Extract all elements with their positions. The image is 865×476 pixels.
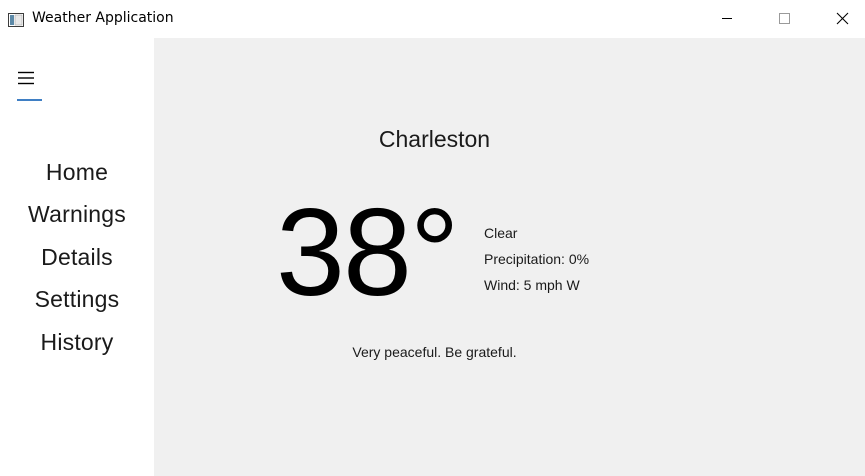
close-button[interactable] [819,0,865,38]
menu-selection-indicator [17,99,42,101]
app-window-icon [8,12,24,27]
hamburger-menu-button[interactable] [14,66,44,102]
maximize-icon [779,13,790,24]
window-title: Weather Application [32,10,174,26]
city-name: Charleston [378,126,491,152]
title-bar: Weather Application [0,0,865,38]
weather-message: Very peaceful. Be grateful. [352,344,517,360]
temperature-value: 38° [276,184,460,322]
sidebar-item-warnings[interactable]: Warnings [0,196,154,232]
condition-text: Clear [484,225,518,241]
sidebar-item-history[interactable]: History [0,324,154,360]
sidebar-item-home[interactable]: Home [0,154,154,190]
app-window: Weather Application Home Warnings Detail… [0,0,865,476]
precipitation-text: Precipitation: 0% [484,251,590,267]
close-icon [836,12,849,25]
maximize-button[interactable] [761,0,807,38]
weather-details: Clear Precipitation: 0% Wind: 5 mph W [484,220,684,298]
sidebar-item-details[interactable]: Details [0,239,154,275]
weather-panel: Charleston 38° Clear Precipitation: 0% W… [154,38,865,476]
hamburger-menu-icon [18,70,34,86]
sidebar-item-settings[interactable]: Settings [0,281,154,317]
minimize-button[interactable] [704,0,750,38]
minimize-icon [722,18,732,19]
navigation-sidebar: Home Warnings Details Settings History [0,38,154,476]
wind-text: Wind: 5 mph W [484,277,580,293]
